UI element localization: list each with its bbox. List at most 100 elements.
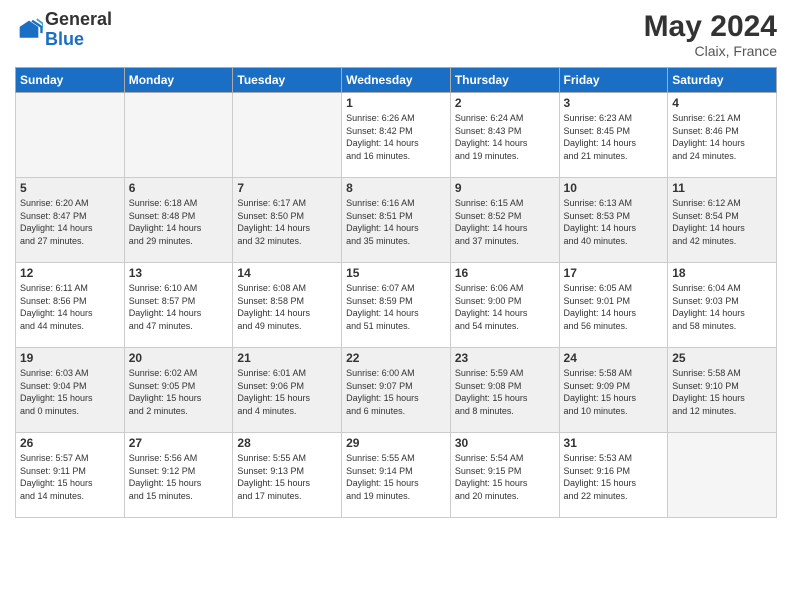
day-number: 26: [20, 436, 120, 450]
calendar-cell: 20 Sunrise: 6:02 AMSunset: 9:05 PMDayligh…: [124, 348, 233, 433]
day-info: Sunrise: 6:16 AMSunset: 8:51 PMDaylight:…: [346, 197, 446, 247]
logo-general-text: General: [45, 10, 112, 30]
calendar-cell: 10Sunrise: 6:13 AMSunset: 8:53 PMDayligh…: [559, 178, 668, 263]
month-title: May 2024: [644, 10, 777, 43]
day-number: 28: [237, 436, 337, 450]
calendar-cell: [668, 433, 777, 518]
logo-text: General Blue: [45, 10, 112, 50]
day-info: Sunrise: 6:06 AMSunset: 9:00 PMDaylight:…: [455, 282, 555, 332]
weekday-header-row: SundayMondayTuesdayWednesdayThursdayFrid…: [16, 68, 777, 93]
calendar-cell: 29 Sunrise: 5:55 AMSunset: 9:14 PMDayligh…: [342, 433, 451, 518]
day-info: Sunrise: 5:55 AMSunset: 9:13 PMDaylight:…: [237, 452, 337, 502]
day-number: 14: [237, 266, 337, 280]
calendar-cell: 25 Sunrise: 5:58 AMSunset: 9:10 PMDayligh…: [668, 348, 777, 433]
weekday-header-sunday: Sunday: [16, 68, 125, 93]
day-info: Sunrise: 5:55 AMSunset: 9:14 PMDaylight:…: [346, 452, 446, 502]
day-number: 1: [346, 96, 446, 110]
calendar-cell: 7 Sunrise: 6:17 AMSunset: 8:50 PMDaylight…: [233, 178, 342, 263]
day-number: 8: [346, 181, 446, 195]
calendar-cell: 2Sunrise: 6:24 AMSunset: 8:43 PMDaylight…: [450, 93, 559, 178]
day-number: 30: [455, 436, 555, 450]
day-info: Sunrise: 5:58 AMSunset: 9:10 PMDaylight:…: [672, 367, 772, 417]
day-number: 23: [455, 351, 555, 365]
calendar-cell: 14 Sunrise: 6:08 AMSunset: 8:58 PMDayligh…: [233, 263, 342, 348]
calendar-cell: 24 Sunrise: 5:58 AMSunset: 9:09 PMDayligh…: [559, 348, 668, 433]
day-info: Sunrise: 6:04 AMSunset: 9:03 PMDaylight:…: [672, 282, 772, 332]
calendar-cell: 13Sunrise: 6:10 AMSunset: 8:57 PMDayligh…: [124, 263, 233, 348]
calendar-cell: 30 Sunrise: 5:54 AMSunset: 9:15 PMDayligh…: [450, 433, 559, 518]
day-number: 25: [672, 351, 772, 365]
day-info: Sunrise: 6:17 AMSunset: 8:50 PMDaylight:…: [237, 197, 337, 247]
logo-icon: [15, 16, 43, 44]
day-info: Sunrise: 5:56 AMSunset: 9:12 PMDaylight:…: [129, 452, 229, 502]
day-info: Sunrise: 6:23 AMSunset: 8:45 PMDaylight:…: [564, 112, 664, 162]
day-info: Sunrise: 5:58 AMSunset: 9:09 PMDaylight:…: [564, 367, 664, 417]
day-info: Sunrise: 6:26 AMSunset: 8:42 PMDaylight:…: [346, 112, 446, 162]
day-info: Sunrise: 6:01 AMSunset: 9:06 PMDaylight:…: [237, 367, 337, 417]
calendar-cell: 26 Sunrise: 5:57 AMSunset: 9:11 PMDayligh…: [16, 433, 125, 518]
day-number: 29: [346, 436, 446, 450]
calendar-cell: 8 Sunrise: 6:16 AMSunset: 8:51 PMDaylight…: [342, 178, 451, 263]
day-number: 6: [129, 181, 229, 195]
calendar-cell: 31Sunrise: 5:53 AMSunset: 9:16 PMDayligh…: [559, 433, 668, 518]
weekday-header-friday: Friday: [559, 68, 668, 93]
day-info: Sunrise: 6:15 AMSunset: 8:52 PMDaylight:…: [455, 197, 555, 247]
calendar-cell: 5 Sunrise: 6:20 AMSunset: 8:47 PMDaylight…: [16, 178, 125, 263]
day-number: 11: [672, 181, 772, 195]
calendar-cell: 12Sunrise: 6:11 AMSunset: 8:56 PMDayligh…: [16, 263, 125, 348]
title-area: May 2024 Claix, France: [644, 10, 777, 59]
weekday-header-thursday: Thursday: [450, 68, 559, 93]
page: General Blue May 2024 Claix, France Sund…: [0, 0, 792, 612]
day-info: Sunrise: 6:18 AMSunset: 8:48 PMDaylight:…: [129, 197, 229, 247]
calendar-cell: 16Sunrise: 6:06 AMSunset: 9:00 PMDayligh…: [450, 263, 559, 348]
day-number: 13: [129, 266, 229, 280]
calendar-cell: 9Sunrise: 6:15 AMSunset: 8:52 PMDaylight…: [450, 178, 559, 263]
day-info: Sunrise: 5:57 AMSunset: 9:11 PMDaylight:…: [20, 452, 120, 502]
day-info: Sunrise: 6:02 AMSunset: 9:05 PMDaylight:…: [129, 367, 229, 417]
calendar-cell: [16, 93, 125, 178]
header: General Blue May 2024 Claix, France: [15, 10, 777, 59]
logo: General Blue: [15, 10, 112, 50]
calendar-cell: 28 Sunrise: 5:55 AMSunset: 9:13 PMDayligh…: [233, 433, 342, 518]
day-info: Sunrise: 6:13 AMSunset: 8:53 PMDaylight:…: [564, 197, 664, 247]
day-number: 7: [237, 181, 337, 195]
day-info: Sunrise: 6:08 AMSunset: 8:58 PMDaylight:…: [237, 282, 337, 332]
calendar-cell: 11 Sunrise: 6:12 AMSunset: 8:54 PMDayligh…: [668, 178, 777, 263]
calendar-cell: 21 Sunrise: 6:01 AMSunset: 9:06 PMDayligh…: [233, 348, 342, 433]
calendar-cell: 1 Sunrise: 6:26 AMSunset: 8:42 PMDaylight…: [342, 93, 451, 178]
day-info: Sunrise: 6:21 AMSunset: 8:46 PMDaylight:…: [672, 112, 772, 162]
day-number: 17: [564, 266, 664, 280]
day-info: Sunrise: 6:03 AMSunset: 9:04 PMDaylight:…: [20, 367, 120, 417]
day-info: Sunrise: 6:00 AMSunset: 9:07 PMDaylight:…: [346, 367, 446, 417]
day-number: 20: [129, 351, 229, 365]
day-number: 18: [672, 266, 772, 280]
day-info: Sunrise: 5:53 AMSunset: 9:16 PMDaylight:…: [564, 452, 664, 502]
calendar-week-row: 1 Sunrise: 6:26 AMSunset: 8:42 PMDaylight…: [16, 93, 777, 178]
day-number: 12: [20, 266, 120, 280]
calendar-cell: 23 Sunrise: 5:59 AMSunset: 9:08 PMDayligh…: [450, 348, 559, 433]
day-number: 24: [564, 351, 664, 365]
day-number: 21: [237, 351, 337, 365]
weekday-header-wednesday: Wednesday: [342, 68, 451, 93]
weekday-header-monday: Monday: [124, 68, 233, 93]
calendar-cell: 27 Sunrise: 5:56 AMSunset: 9:12 PMDayligh…: [124, 433, 233, 518]
day-info: Sunrise: 6:24 AMSunset: 8:43 PMDaylight:…: [455, 112, 555, 162]
day-number: 5: [20, 181, 120, 195]
calendar-cell: 17 Sunrise: 6:05 AMSunset: 9:01 PMDayligh…: [559, 263, 668, 348]
day-info: Sunrise: 6:12 AMSunset: 8:54 PMDaylight:…: [672, 197, 772, 247]
calendar-week-row: 19Sunrise: 6:03 AMSunset: 9:04 PMDayligh…: [16, 348, 777, 433]
calendar-table: SundayMondayTuesdayWednesdayThursdayFrid…: [15, 67, 777, 518]
calendar-cell: [233, 93, 342, 178]
logo-blue-text: Blue: [45, 30, 112, 50]
calendar-cell: 6 Sunrise: 6:18 AMSunset: 8:48 PMDaylight…: [124, 178, 233, 263]
weekday-header-tuesday: Tuesday: [233, 68, 342, 93]
day-number: 3: [564, 96, 664, 110]
day-info: Sunrise: 6:05 AMSunset: 9:01 PMDaylight:…: [564, 282, 664, 332]
day-number: 27: [129, 436, 229, 450]
calendar-week-row: 12Sunrise: 6:11 AMSunset: 8:56 PMDayligh…: [16, 263, 777, 348]
day-info: Sunrise: 6:20 AMSunset: 8:47 PMDaylight:…: [20, 197, 120, 247]
calendar-week-row: 5 Sunrise: 6:20 AMSunset: 8:47 PMDaylight…: [16, 178, 777, 263]
day-info: Sunrise: 5:54 AMSunset: 9:15 PMDaylight:…: [455, 452, 555, 502]
day-info: Sunrise: 5:59 AMSunset: 9:08 PMDaylight:…: [455, 367, 555, 417]
calendar-week-row: 26 Sunrise: 5:57 AMSunset: 9:11 PMDayligh…: [16, 433, 777, 518]
